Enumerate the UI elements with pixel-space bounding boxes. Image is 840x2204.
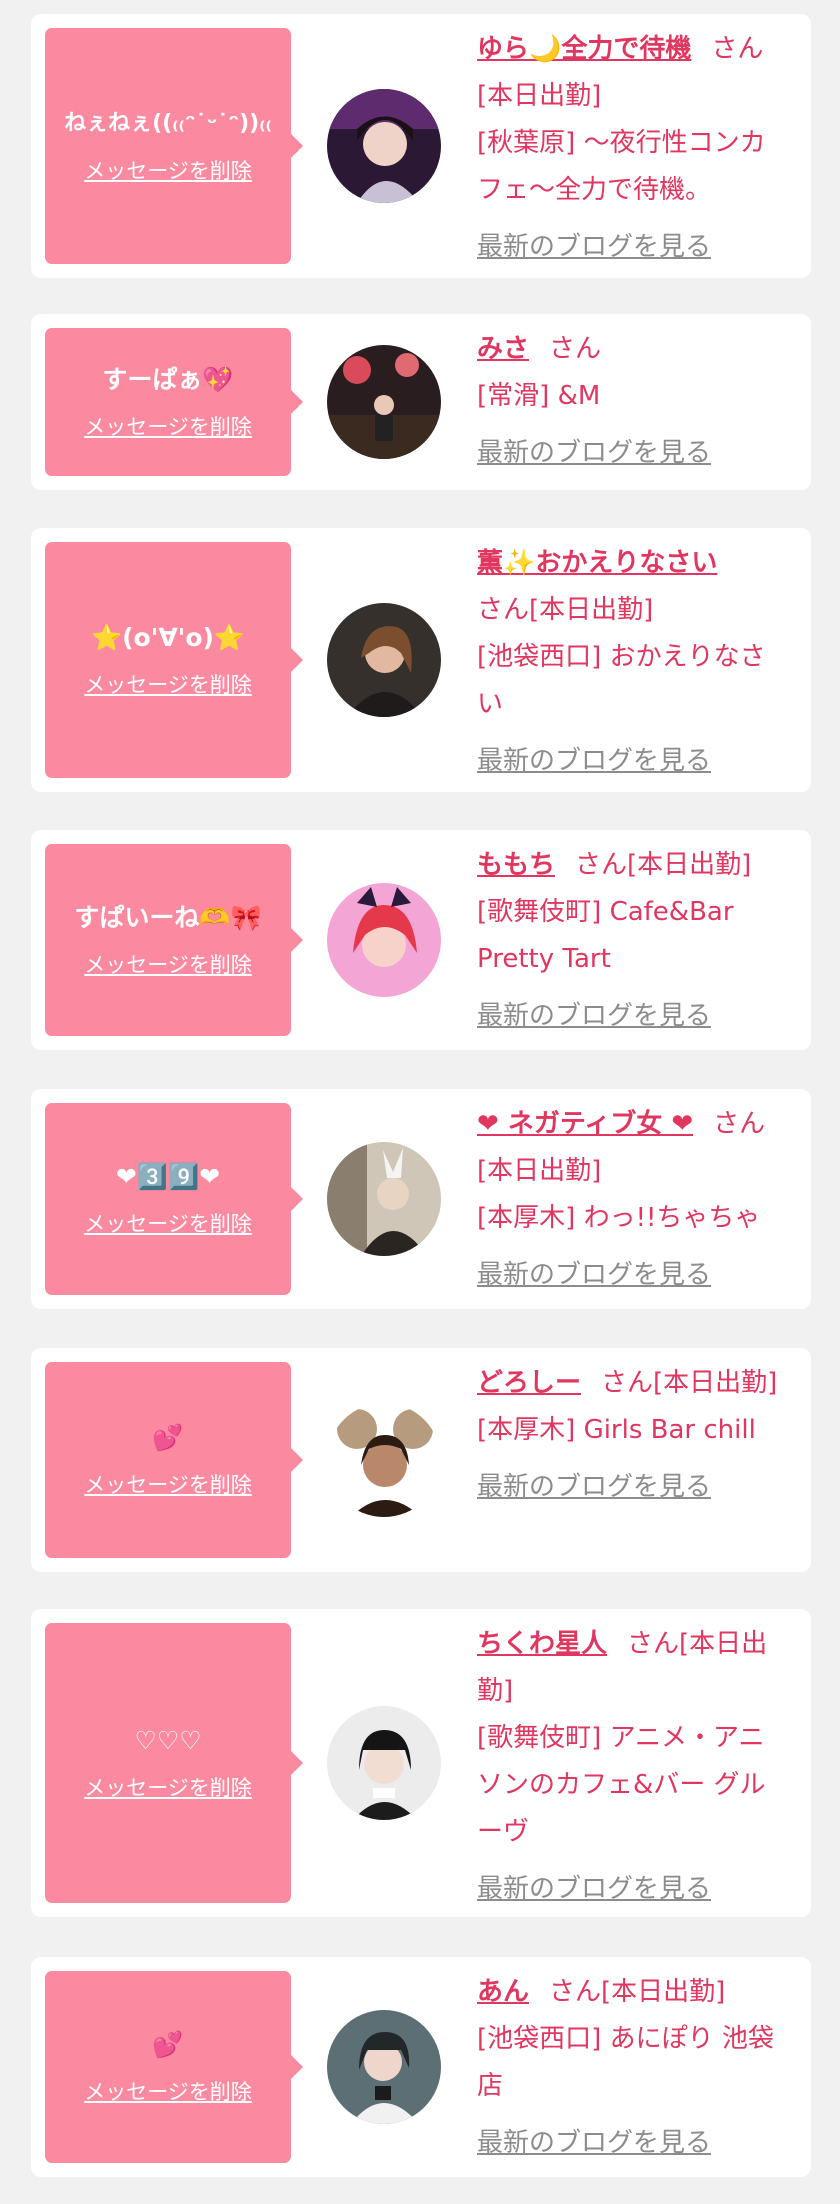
cast-info: ちくわ星人 さん[本日出勤] [歌舞伎町] アニメ・アニソンのカフェ&バー グルー…	[477, 1621, 789, 1913]
attendance-status: [本日出勤]	[529, 595, 654, 625]
area: [池袋西口]	[477, 2024, 602, 2054]
avatar-photo-icon	[327, 1403, 441, 1517]
avatar[interactable]	[327, 89, 441, 203]
delete-message-link[interactable]: メッセージを削除	[84, 2076, 252, 2106]
shop-name: Girls Bar chill	[583, 1415, 756, 1445]
cast-info: 薫✨おかえりなさい さん[本日出勤] [池袋西口] おかえりなさい 最新のブログ…	[477, 540, 789, 785]
message-card: ❤3️⃣9️⃣❤ メッセージを削除 ❤ ネガティブ女 ❤ さん [本日出勤] [本厚…	[31, 1089, 811, 1309]
attendance-status: [本日出勤]	[627, 850, 752, 880]
latest-blog-link[interactable]: 最新のブログを見る	[477, 430, 711, 477]
cast-info: みさ さん [常滑] &M 最新のブログを見る	[477, 326, 789, 477]
message-card: ⭐(o'∀'o)⭐ メッセージを削除 薫✨おかえりなさい さん[本日出勤] [池…	[31, 528, 811, 792]
avatar[interactable]	[327, 345, 441, 459]
honorific: さん	[549, 1977, 602, 2007]
message-bubble: ねぇねぇ((₍₍ᵔ˙ᵕ˙ᵔ))₍₍ メッセージを削除	[45, 28, 303, 264]
delete-message-link[interactable]: メッセージを削除	[84, 1772, 252, 1802]
honorific: さん	[711, 34, 764, 64]
attendance-status: [本日出勤]	[477, 81, 602, 111]
message-text: 💕	[152, 2030, 184, 2059]
shop-name: &M	[557, 381, 601, 411]
message-card: ねぇねぇ((₍₍ᵔ˙ᵕ˙ᵔ))₍₍ メッセージを削除 ゆら🌙全力で待機 さん [本日…	[31, 14, 811, 278]
cast-info: どろしー さん[本日出勤] [本厚木] Girls Bar chill 最新のブロ…	[477, 1360, 789, 1511]
attendance-status: [本日出勤]	[653, 1368, 778, 1398]
area: [歌舞伎町]	[477, 1723, 602, 1753]
honorific: さん	[713, 1109, 766, 1139]
honorific: さん	[601, 1368, 654, 1398]
message-bubble: ♡♡♡ メッセージを削除	[45, 1623, 303, 1903]
latest-blog-link[interactable]: 最新のブログを見る	[477, 2120, 711, 2167]
area: [歌舞伎町]	[477, 897, 602, 927]
delete-message-link[interactable]: メッセージを削除	[84, 1469, 252, 1499]
latest-blog-link[interactable]: 最新のブログを見る	[477, 738, 711, 785]
avatar[interactable]	[327, 2010, 441, 2124]
delete-message-link[interactable]: メッセージを削除	[84, 949, 252, 979]
message-list: ねぇねぇ((₍₍ᵔ˙ᵕ˙ᵔ))₍₍ メッセージを削除 ゆら🌙全力で待機 さん[本日…	[0, 0, 840, 2204]
cast-info: ゆら🌙全力で待機 さん[本日出勤] [秋葉原] 〜夜行性コンカフェ〜全力で待機。 …	[477, 26, 789, 271]
cast-name-link[interactable]: あん	[477, 1977, 529, 2007]
message-bubble: 💕 メッセージを削除	[45, 1362, 303, 1558]
message-card: ♡♡♡ メッセージを削除 ちくわ星人 さん[本日出勤] [歌舞伎町] アニメ・アニ…	[31, 1609, 811, 1917]
avatar-photo-icon	[327, 883, 441, 997]
cast-name-link[interactable]: ももち	[477, 850, 555, 880]
cast-info: あん さん[本日出勤] [池袋西口] あにぽり 池袋店 最新のブログを見る	[477, 1969, 789, 2167]
latest-blog-link[interactable]: 最新のブログを見る	[477, 1464, 711, 1511]
honorific: さん	[549, 334, 602, 364]
cast-info: ❤ ネガティブ女 ❤ さん [本日出勤] [本厚木] わっ!!ちゃちゃ 最新のブログ…	[477, 1101, 789, 1299]
message-bubble: すーぱぁ💖 メッセージを削除	[45, 328, 303, 476]
attendance-status: [本日出勤]	[601, 1977, 726, 2007]
avatar[interactable]	[327, 883, 441, 997]
area: [秋葉原]	[477, 128, 576, 158]
avatar-photo-icon	[327, 603, 441, 717]
delete-message-link[interactable]: メッセージを削除	[84, 1208, 252, 1238]
avatar[interactable]	[327, 603, 441, 717]
message-text: すーぱぁ💖	[102, 365, 234, 394]
cast-name-link[interactable]: どろしー	[477, 1368, 581, 1398]
message-text: ♡♡♡	[134, 1726, 202, 1755]
message-bubble: ⭐(o'∀'o)⭐ メッセージを削除	[45, 542, 303, 778]
avatar-photo-icon	[327, 345, 441, 459]
honorific: さん	[627, 1629, 680, 1659]
cast-name-link[interactable]: ゆら🌙全力で待機	[477, 34, 691, 64]
avatar[interactable]	[327, 1142, 441, 1256]
message-card: 💕 メッセージを削除 あん さん[本日出勤] [池袋西口] あにぽり 池袋店 最新…	[31, 1957, 811, 2177]
message-bubble: すぱいーね🫶🎀 メッセージを削除	[45, 844, 303, 1036]
delete-message-link[interactable]: メッセージを削除	[84, 155, 252, 185]
message-bubble: ❤3️⃣9️⃣❤ メッセージを削除	[45, 1103, 303, 1295]
area: [本厚木]	[477, 1415, 576, 1445]
shop-name: わっ!!ちゃちゃ	[583, 1203, 761, 1233]
delete-message-link[interactable]: メッセージを削除	[84, 411, 252, 441]
avatar-photo-icon	[327, 1142, 441, 1256]
message-text: ⭐(o'∀'o)⭐	[90, 623, 246, 652]
latest-blog-link[interactable]: 最新のブログを見る	[477, 1252, 711, 1299]
avatar-photo-icon	[327, 1706, 441, 1820]
delete-message-link[interactable]: メッセージを削除	[84, 669, 252, 699]
avatar-photo-icon	[327, 2010, 441, 2124]
cast-name-link[interactable]: 薫✨おかえりなさい	[477, 548, 717, 578]
area: [池袋西口]	[477, 642, 602, 672]
message-card: 💕 メッセージを削除 どろしー さん[本日出勤] [本厚木] Girls Bar …	[31, 1348, 811, 1572]
avatar[interactable]	[327, 1706, 441, 1820]
message-card: すーぱぁ💖 メッセージを削除 みさ さん [常滑] &M 最新のブログを見る	[31, 314, 811, 490]
latest-blog-link[interactable]: 最新のブログを見る	[477, 224, 711, 271]
cast-name-link[interactable]: みさ	[477, 334, 529, 364]
honorific: さん	[477, 595, 530, 625]
attendance-status: [本日出勤]	[477, 1156, 602, 1186]
cast-name-link[interactable]: ❤ ネガティブ女 ❤	[477, 1109, 693, 1139]
latest-blog-link[interactable]: 最新のブログを見る	[477, 1866, 711, 1913]
honorific: さん	[575, 850, 628, 880]
avatar-photo-icon	[327, 89, 441, 203]
message-text: すぱいーね🫶🎀	[74, 903, 262, 932]
latest-blog-link[interactable]: 最新のブログを見る	[477, 993, 711, 1040]
avatar[interactable]	[327, 1403, 441, 1517]
message-bubble: 💕 メッセージを削除	[45, 1971, 303, 2163]
message-text: ねぇねぇ((₍₍ᵔ˙ᵕ˙ᵔ))₍₍	[64, 111, 272, 136]
cast-name-link[interactable]: ちくわ星人	[477, 1629, 607, 1659]
message-card: すぱいーね🫶🎀 メッセージを削除 ももち さん[本日出勤] [歌舞伎町] Cafe…	[31, 830, 811, 1050]
area: [常滑]	[477, 381, 550, 411]
message-text: ❤3️⃣9️⃣❤	[115, 1162, 221, 1191]
message-text: 💕	[152, 1423, 184, 1452]
area: [本厚木]	[477, 1203, 576, 1233]
cast-info: ももち さん[本日出勤] [歌舞伎町] Cafe&Bar Pretty Tart …	[477, 842, 789, 1040]
